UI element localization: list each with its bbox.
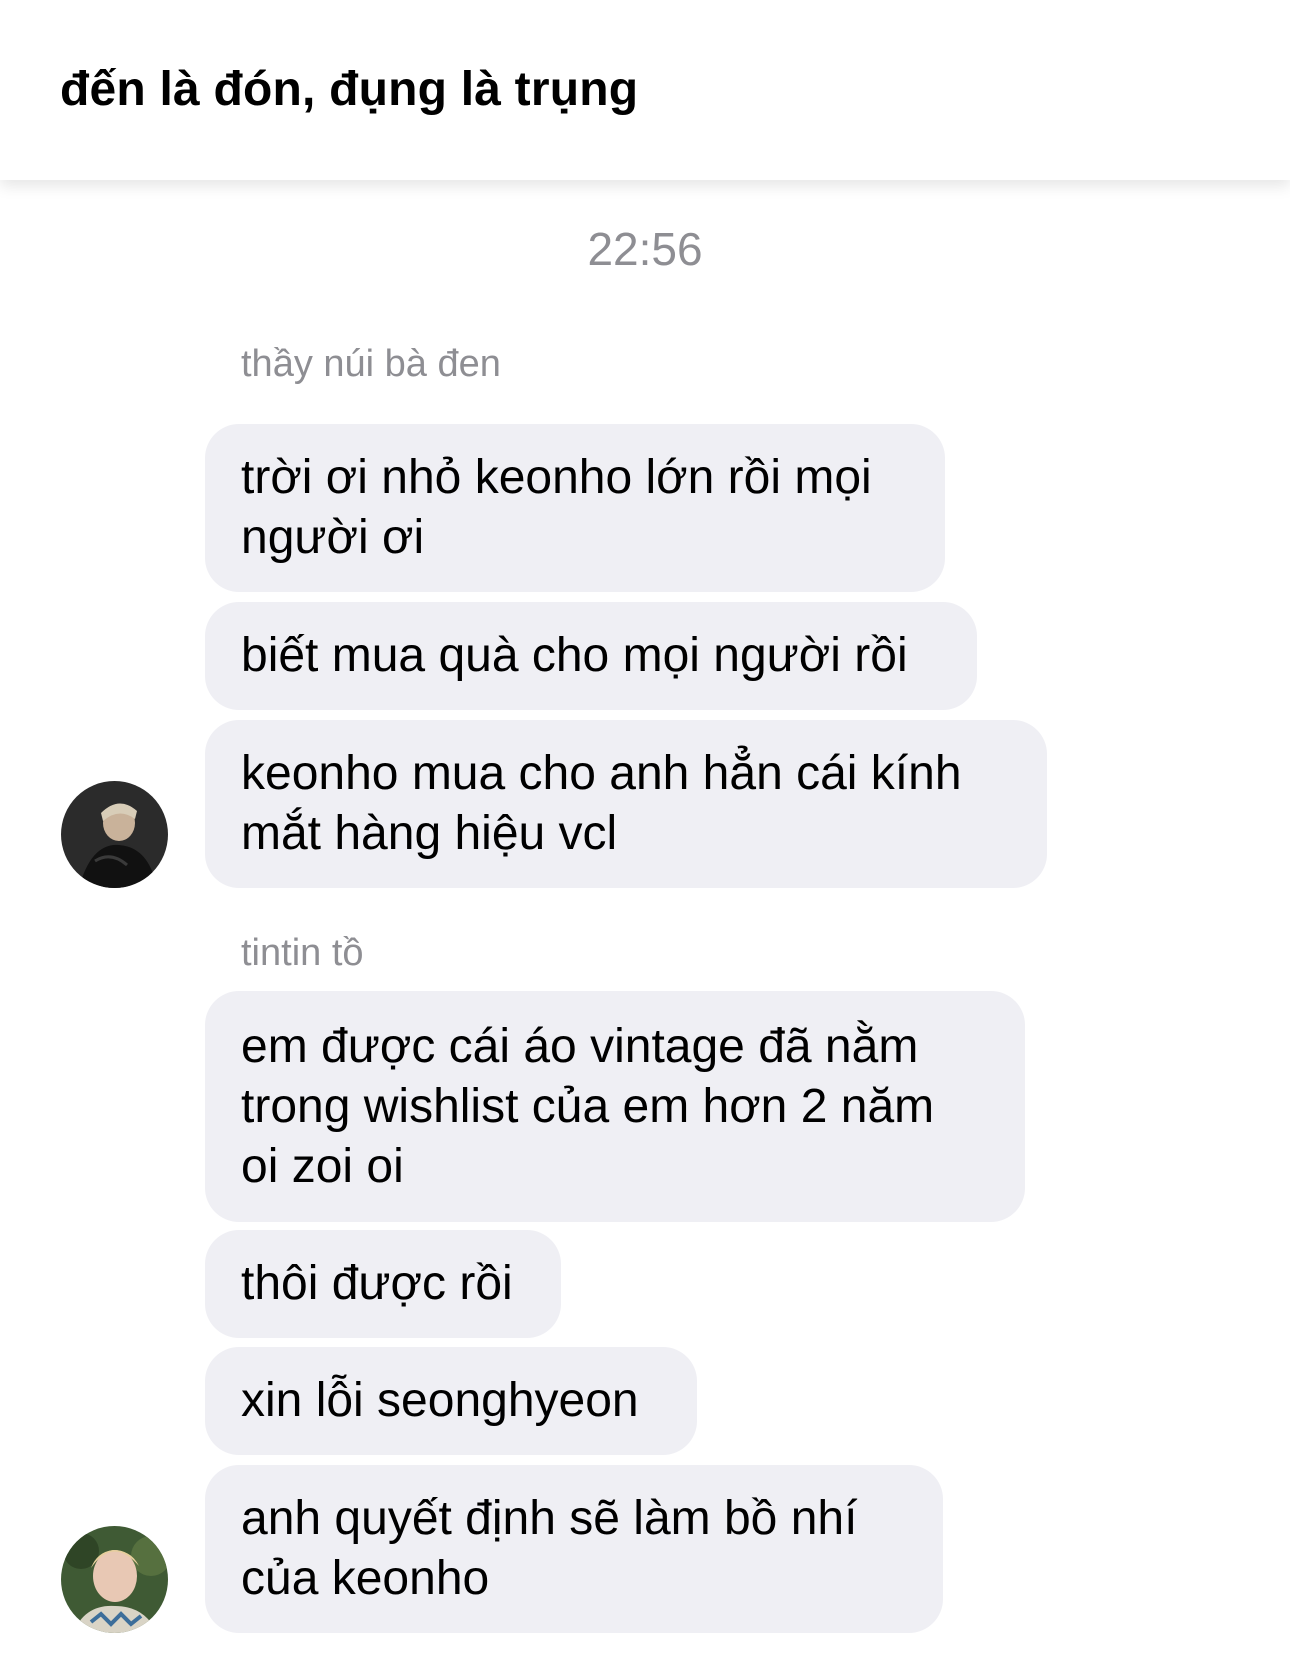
avatar[interactable] — [61, 1526, 168, 1633]
message-line: trời ơi nhỏ keonho lớn rồi mọi — [241, 451, 872, 504]
sender-name: thầy núi bà đen — [241, 343, 501, 385]
message-bubble[interactable]: xin lỗi seonghyeon — [205, 1347, 697, 1455]
chat-header: đến là đón, đụng là trụng — [0, 0, 1290, 180]
message-line: thôi được rồi — [241, 1257, 513, 1310]
avatar-photo — [61, 1526, 168, 1633]
message-line: oi zoi oi — [241, 1139, 404, 1193]
message-timestamp: 22:56 — [587, 223, 703, 275]
message-bubble[interactable]: anh quyết định sẽ làm bồ nhí của keonho — [205, 1465, 943, 1633]
message-bubble[interactable]: thôi được rồi — [205, 1230, 561, 1338]
avatar-photo — [61, 781, 168, 888]
sender-name: tintin tồ — [241, 932, 364, 974]
message-bubble[interactable]: keonho mua cho anh hẳn cái kính mắt hàng… — [205, 720, 1047, 888]
message-bubble[interactable]: em được cái áo vintage đã nằm trong wish… — [205, 991, 1025, 1222]
avatar[interactable] — [61, 781, 168, 888]
message-bubble[interactable]: biết mua quà cho mọi người rồi — [205, 602, 977, 710]
message-line: của keonho — [241, 1552, 490, 1605]
message-line: keonho mua cho anh hẳn cái kính — [241, 747, 962, 800]
message-line: anh quyết định sẽ làm bồ nhí — [241, 1492, 858, 1545]
message-line: mắt hàng hiệu vcl — [241, 807, 618, 860]
message-line: em được cái áo vintage đã nằm — [241, 1019, 919, 1073]
message-line: xin lỗi seonghyeon — [241, 1374, 639, 1427]
message-line: biết mua quà cho mọi người rồi — [241, 629, 908, 682]
message-bubble[interactable]: trời ơi nhỏ keonho lớn rồi mọi người ơi — [205, 424, 945, 592]
chat-title[interactable]: đến là đón, đụng là trụng — [60, 62, 638, 117]
message-line: trong wishlist của em hơn 2 năm — [241, 1079, 935, 1133]
message-line: người ơi — [241, 511, 425, 564]
